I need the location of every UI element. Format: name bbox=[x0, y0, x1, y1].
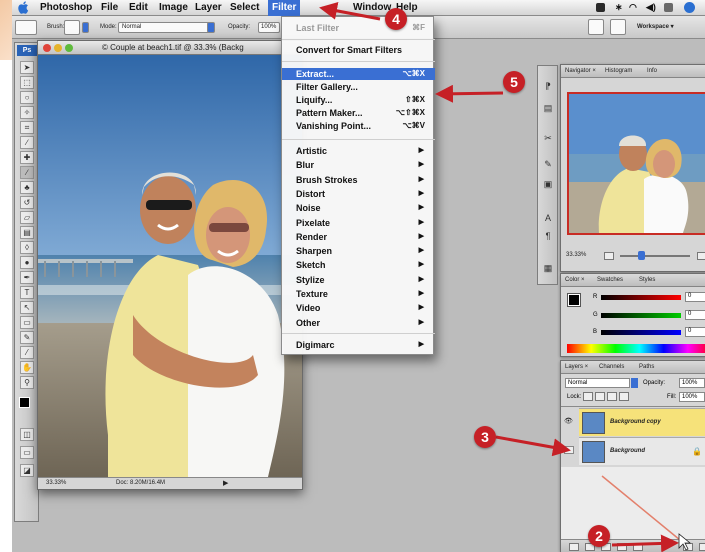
callout-2: 2 bbox=[588, 525, 610, 547]
callout-5: 5 bbox=[503, 71, 525, 93]
callout-arrow-4 bbox=[319, 1, 381, 21]
mouse-cursor-icon bbox=[678, 533, 692, 551]
callout-arrow-3 bbox=[495, 435, 571, 457]
callout-arrow-5 bbox=[435, 84, 504, 103]
callout-4: 4 bbox=[385, 8, 407, 30]
callout-arrow-2 bbox=[611, 534, 679, 552]
callout-3: 3 bbox=[474, 426, 496, 448]
callout-arrows bbox=[319, 1, 692, 552]
drag-path-line bbox=[601, 475, 681, 541]
